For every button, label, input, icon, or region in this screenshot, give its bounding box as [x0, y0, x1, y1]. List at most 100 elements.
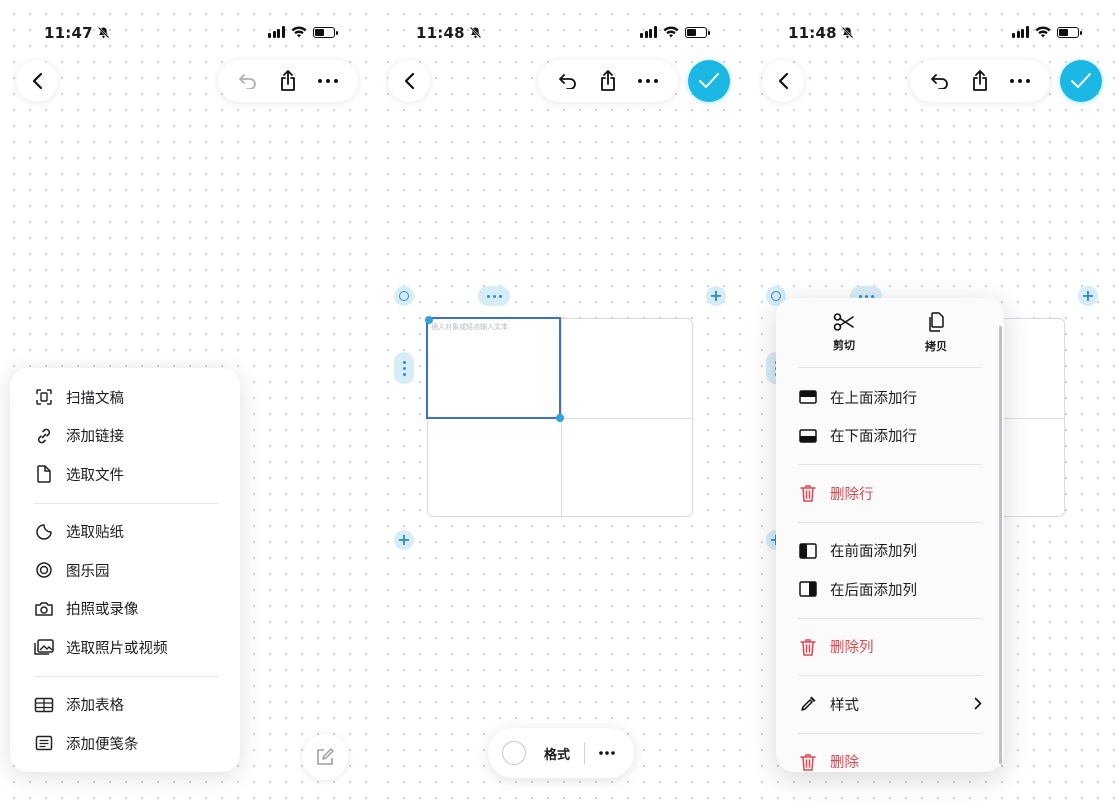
- menu-item-label: 选取贴纸: [66, 525, 124, 542]
- format-button[interactable]: 格式: [544, 744, 570, 763]
- undo-button[interactable]: [922, 63, 958, 99]
- selection-handle-end[interactable]: [556, 414, 564, 422]
- menu-item-label: 删除列: [830, 640, 874, 657]
- toolbar-pill: [538, 60, 678, 102]
- share-icon: [281, 70, 295, 91]
- add-row-button[interactable]: +: [394, 530, 414, 550]
- cut-label: 剪切: [833, 338, 855, 352]
- insert-menu: 扫描文稿 添加链接 选取文件 选取贴纸 图乐园 拍照或录像 选取照片或视频 添加…: [10, 368, 240, 772]
- sticker-icon: [34, 522, 54, 542]
- menu-item-label: 拍照或录像: [66, 602, 139, 619]
- back-button[interactable]: [16, 60, 58, 102]
- format-bar: 格式: [488, 728, 634, 778]
- menu-item-add-row-below[interactable]: 在下面添加行: [776, 417, 1004, 456]
- panel-insert-menu: 11:47 扫描文稿 添加链接 选取文件 选取贴纸 图乐园 拍照或录像 选取照片…: [0, 0, 372, 808]
- menu-item-label: 选取照片或视频: [66, 640, 168, 657]
- chevron-left-icon: [32, 72, 43, 90]
- share-button[interactable]: [962, 63, 998, 99]
- selection-handle-start[interactable]: [425, 316, 433, 324]
- cut-button[interactable]: 剪切: [798, 298, 890, 367]
- selected-cell[interactable]: [426, 317, 561, 419]
- bell-muted-icon: [469, 26, 482, 39]
- trash-icon: [798, 637, 818, 657]
- menu-item-label: 在上面添加行: [830, 390, 917, 407]
- status-time: 11:48: [788, 24, 854, 42]
- signal-icon: [1012, 26, 1029, 38]
- status-time: 11:47: [44, 24, 110, 42]
- menu-item-photos[interactable]: 选取照片或视频: [10, 628, 240, 667]
- menu-item-link[interactable]: 添加链接: [10, 417, 240, 456]
- menu-item-table[interactable]: 添加表格: [10, 686, 240, 725]
- share-button[interactable]: [590, 63, 626, 99]
- more-button[interactable]: [310, 63, 346, 99]
- menu-divider: [798, 675, 982, 676]
- column-options-handle[interactable]: [478, 286, 510, 306]
- menu-item-add-col-after[interactable]: 在后面添加列: [776, 570, 1004, 609]
- ellipsis-icon: [318, 79, 338, 83]
- ellipsis-icon[interactable]: [599, 751, 615, 755]
- wifi-icon: [1035, 26, 1050, 38]
- table-icon: [34, 695, 54, 715]
- battery-icon: [312, 26, 338, 38]
- compose-button[interactable]: [302, 734, 348, 780]
- copy-button[interactable]: 拷贝: [890, 298, 982, 367]
- wifi-icon: [663, 26, 678, 38]
- checkmark-icon: [699, 73, 719, 88]
- menu-item-label: 删除行: [830, 486, 874, 503]
- status-time-text: 11:48: [788, 24, 837, 42]
- eyedropper-icon: [798, 694, 818, 714]
- scissors-icon: [833, 312, 854, 331]
- status-icons: [268, 26, 338, 38]
- menu-item-add-col-before[interactable]: 在前面添加列: [776, 532, 1004, 571]
- menu-item-add-row-above[interactable]: 在上面添加行: [776, 378, 1004, 417]
- color-picker-button[interactable]: [502, 741, 526, 765]
- menu-item-label: 扫描文稿: [66, 390, 124, 407]
- toolbar-pill: [218, 60, 358, 102]
- add-column-button[interactable]: +: [1078, 286, 1098, 306]
- signal-icon: [640, 26, 657, 38]
- battery-icon: [1056, 26, 1082, 38]
- menu-divider: [798, 521, 982, 523]
- menu-item-scan[interactable]: 扫描文稿: [10, 378, 240, 417]
- menu-item-note[interactable]: 添加便笺条: [10, 724, 240, 763]
- menu-item-delete[interactable]: 删除: [776, 743, 1004, 773]
- photos-icon: [34, 637, 54, 657]
- back-button[interactable]: [762, 60, 804, 102]
- menu-item-sticker[interactable]: 选取贴纸: [10, 513, 240, 552]
- undo-icon: [931, 74, 948, 89]
- menu-item-gallery[interactable]: 图乐园: [10, 551, 240, 590]
- share-button[interactable]: [270, 63, 306, 99]
- menu-divider: [798, 732, 982, 734]
- menu-item-label: 添加链接: [66, 429, 124, 446]
- menu-item-camera[interactable]: 拍照或录像: [10, 590, 240, 629]
- more-button[interactable]: [630, 63, 666, 99]
- undo-button[interactable]: [550, 63, 586, 99]
- menu-item-delete-row[interactable]: 删除行: [776, 474, 1004, 513]
- share-icon: [973, 70, 987, 91]
- row-options-handle[interactable]: [394, 352, 414, 384]
- more-button[interactable]: [1002, 63, 1038, 99]
- table-context-menu: 剪切 拷贝 在上面添加行 在下面添加行 删除行 在前面添加列 在后面添加列 删除…: [776, 298, 1004, 772]
- back-button[interactable]: [388, 60, 430, 102]
- menu-item-label: 删除: [830, 755, 859, 772]
- done-button[interactable]: [1060, 60, 1102, 102]
- status-icons: [640, 26, 710, 38]
- menu-item-style[interactable]: 样式: [776, 685, 1004, 724]
- panel-table-edit: 11:48 + + 插入对象或轻点输入文本 格式: [374, 0, 746, 808]
- undo-button[interactable]: [230, 63, 266, 99]
- menu-divider: [34, 502, 218, 504]
- menu-item-file[interactable]: 选取文件: [10, 455, 240, 494]
- menu-item-label: 在后面添加列: [830, 582, 917, 599]
- ellipsis-icon: [1010, 79, 1030, 83]
- col-after-icon: [798, 579, 818, 599]
- chevron-right-icon: [974, 697, 982, 710]
- done-button[interactable]: [688, 60, 730, 102]
- status-icons: [1012, 26, 1082, 38]
- row-below-icon: [798, 426, 818, 446]
- row-above-icon: [798, 387, 818, 407]
- link-icon: [34, 426, 54, 446]
- scrollbar[interactable]: [999, 326, 1002, 764]
- table-select-handle[interactable]: [394, 286, 414, 306]
- add-column-button[interactable]: +: [706, 286, 726, 306]
- menu-item-delete-column[interactable]: 删除列: [776, 628, 1004, 667]
